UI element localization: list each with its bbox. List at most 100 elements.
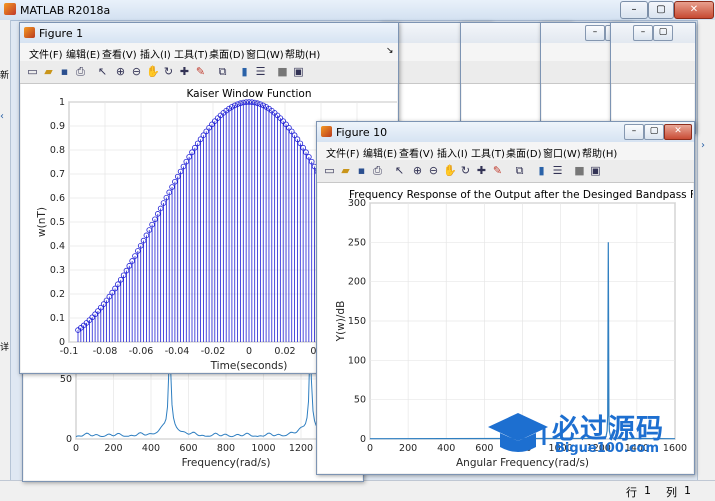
rotate-icon[interactable]: ↻ [459,164,472,177]
legend-icon[interactable]: ☰ [254,65,267,78]
open-folder-icon[interactable]: ▰ [339,164,352,177]
row-value: 1 [644,484,651,497]
menu-desktop[interactable]: 桌面(D) [506,145,542,160]
watermark-url: Bigue100.com [555,441,659,456]
figure-toolbar: ▭ ▰ ▪ ⎙ ↖ ⊕ ⊖ ✋ ↻ ✚ ✎ ⧉ ▮ ☰ ■ ▣ [20,61,398,84]
figure-icon [24,27,35,38]
figure-icon [321,126,332,137]
collapse-arrow-icon[interactable]: › [701,140,705,151]
x-tick-label: 400 [437,443,455,454]
menu-file[interactable]: 文件(F) [326,145,360,160]
dock-arrow-icon[interactable]: ↘ [386,46,394,56]
row-label: 行 [626,486,637,499]
matlab-right-panel: › [697,20,715,480]
colorbar-icon[interactable]: ▮ [238,65,251,78]
menu-edit[interactable]: 编辑(E) [66,46,100,61]
figure-toolbar: ▭ ▰ ▪ ⎙ ↖ ⊕ ⊖ ✋ ↻ ✚ ✎ ⧉ ▮ ☰ ■ ▣ [317,160,694,183]
menu-help[interactable]: 帮助(H) [582,145,617,160]
col-label: 列 [666,486,677,499]
menu-edit[interactable]: 编辑(E) [363,145,397,160]
save-icon[interactable]: ▪ [58,65,71,78]
menu-desktop[interactable]: 桌面(D) [209,46,245,61]
y-tick-label: 0.9 [50,121,65,132]
zoom-out-icon[interactable]: ⊖ [130,65,143,78]
menu-window[interactable]: 窗口(W) [543,145,581,160]
data-cursor-icon[interactable]: ✚ [178,65,191,78]
y-tick-label: 0.2 [50,289,65,300]
y-axis-label: w(nT) [36,207,48,237]
status-bar: 行 1 列 1 [0,480,715,501]
print-icon[interactable]: ⎙ [74,65,87,78]
matlab-logo-icon [4,3,16,15]
open-folder-icon[interactable]: ▰ [42,65,55,78]
y-tick-label: 1 [59,97,65,108]
menu-window[interactable]: 窗口(W) [246,46,284,61]
chart-title: Frequency Response of the Output after t… [349,189,693,201]
close-button[interactable]: ✕ [674,1,714,19]
menu-insert[interactable]: 插入(I) [437,145,468,160]
save-icon[interactable]: ▪ [355,164,368,177]
pointer-icon[interactable]: ↖ [96,65,109,78]
y-tick-label: 250 [348,237,366,248]
menu-file[interactable]: 文件(F) [29,46,63,61]
link-plot-icon[interactable]: ⧉ [513,164,526,177]
legend-icon[interactable]: ☰ [551,164,564,177]
dock-figure-icon[interactable]: ▣ [589,164,602,177]
y-tick-label: 0 [66,434,72,445]
y-tick-label: 50 [60,374,72,385]
menu-tools[interactable]: 工具(T) [174,46,208,61]
print-icon[interactable]: ⎙ [371,164,384,177]
minimize-button[interactable]: – [620,1,648,19]
brush-icon[interactable]: ✎ [194,65,207,78]
menu-tools[interactable]: 工具(T) [471,145,505,160]
rotate-icon[interactable]: ↻ [162,65,175,78]
hide-tools-icon[interactable]: ■ [276,65,289,78]
x-tick-label: 0.02 [274,346,295,357]
link-plot-icon[interactable]: ⧉ [216,65,229,78]
menu-view[interactable]: 查看(V) [399,145,434,160]
chart-title: Kaiser Window Function [186,88,311,100]
zoom-in-icon[interactable]: ⊕ [114,65,127,78]
x-axis-label: Frequency(rad/s) [182,457,271,469]
pointer-icon[interactable]: ↖ [393,164,406,177]
x-tick-label: 0 [73,443,79,454]
maximize-button[interactable]: ▢ [648,1,674,19]
minimize-button[interactable]: – [633,25,653,41]
minimize-button[interactable]: – [585,25,605,41]
brush-icon[interactable]: ✎ [491,164,504,177]
menu-help[interactable]: 帮助(H) [285,46,320,61]
y-tick-label: 0.7 [50,169,65,180]
x-tick-label: 0 [246,346,252,357]
new-label: 新 [0,71,10,81]
dock-figure-icon[interactable]: ▣ [292,65,305,78]
figure-toolbar [611,61,695,84]
figure-menubar [611,43,695,61]
hide-tools-icon[interactable]: ■ [573,164,586,177]
figure-title-bar[interactable]: Figure 1 [20,23,398,43]
maximize-button[interactable]: ▢ [653,25,673,41]
zoom-out-icon[interactable]: ⊖ [427,164,440,177]
y-tick-label: 0.3 [50,265,65,276]
pan-icon[interactable]: ✋ [146,65,160,78]
data-cursor-icon[interactable]: ✚ [475,164,488,177]
back-arrow-icon[interactable]: ‹ [0,111,4,122]
close-button[interactable]: ✕ [664,124,692,140]
pan-icon[interactable]: ✋ [443,164,457,177]
new-file-icon[interactable]: ▭ [323,164,336,177]
maximize-button[interactable]: ▢ [644,124,664,140]
colorbar-icon[interactable]: ▮ [535,164,548,177]
x-tick-label: 0 [367,443,373,454]
x-tick-label: 200 [104,443,122,454]
menu-insert[interactable]: 插入(I) [140,46,171,61]
y-axis-label: Y(w)/dB [335,301,347,343]
minimize-button[interactable]: – [624,124,644,140]
y-tick-label: 0.6 [50,193,65,204]
figure-title-bar[interactable]: – ▢ [611,23,695,43]
y-tick-label: 150 [348,316,366,327]
matlab-left-panel: 新 ‹ 详 [0,20,11,500]
figure-window-stack-4[interactable]: – ▢ [610,22,696,134]
new-file-icon[interactable]: ▭ [26,65,39,78]
figure-title-bar[interactable]: Figure 10 – ▢ ✕ [317,122,694,142]
menu-view[interactable]: 查看(V) [102,46,137,61]
zoom-in-icon[interactable]: ⊕ [411,164,424,177]
